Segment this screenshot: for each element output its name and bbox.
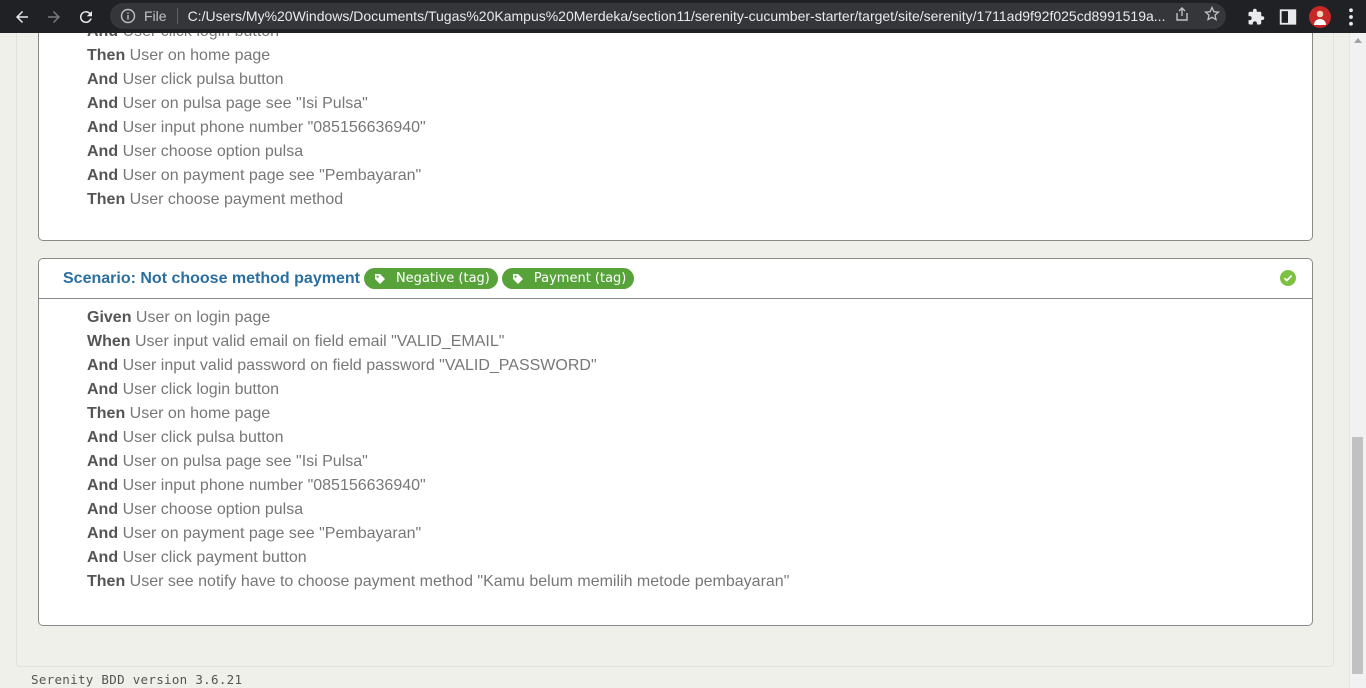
check-circle-icon — [1280, 270, 1296, 286]
step-text: User on pulsa page see "Isi Pulsa" — [122, 95, 368, 112]
tag-icon — [512, 273, 523, 284]
url-text[interactable]: C:/Users/My%20Windows/Documents/Tugas%20… — [188, 8, 1168, 24]
step-keyword: And — [87, 549, 119, 566]
forward-icon[interactable] — [38, 1, 70, 33]
step-keyword: And — [87, 119, 119, 136]
step-row: And User on pulsa page see "Isi Pulsa" — [87, 92, 426, 116]
scroll-thumb[interactable] — [1352, 437, 1363, 674]
menu-dots-icon[interactable] — [1336, 1, 1366, 33]
tag-icon — [374, 273, 385, 284]
step-text: User choose option pulsa — [122, 143, 304, 160]
step-row: And User click login button — [87, 33, 426, 44]
step-row: And User input phone number "08515663694… — [87, 116, 426, 140]
step-list: And User click login buttonThen User on … — [87, 33, 426, 212]
scenario-panel: Scenario: Not choose method payment Nega… — [38, 258, 1313, 626]
serenity-version: Serenity BDD version 3.6.21 — [31, 672, 243, 687]
step-text: User click login button — [122, 381, 280, 398]
step-keyword: And — [87, 95, 119, 112]
step-text: User choose option pulsa — [122, 501, 304, 518]
step-row: And User input phone number "08515663694… — [87, 474, 789, 498]
reload-icon[interactable] — [70, 1, 102, 33]
divider — [176, 8, 178, 24]
step-keyword: And — [87, 453, 119, 470]
bookmark-star-icon[interactable] — [1203, 5, 1221, 27]
step-text: User on pulsa page see "Isi Pulsa" — [122, 453, 368, 470]
step-row: Given User on login page — [87, 306, 789, 330]
report-content: And User click login buttonThen User on … — [16, 33, 1334, 667]
step-row: And User click login button — [87, 378, 789, 402]
step-row: And User choose option pulsa — [87, 498, 789, 522]
step-text: User input phone number "085156636940" — [122, 119, 426, 136]
step-text: User click pulsa button — [122, 429, 284, 446]
file-label: File — [144, 8, 167, 24]
scroll-up-icon[interactable] — [1354, 38, 1362, 43]
info-icon[interactable] — [116, 8, 140, 24]
step-text: User on login page — [135, 309, 271, 326]
step-keyword: When — [87, 333, 131, 350]
browser-toolbar: File C:/Users/My%20Windows/Documents/Tug… — [0, 0, 1366, 33]
step-keyword: And — [87, 357, 119, 374]
step-row: And User on payment page see "Pembayaran… — [87, 522, 789, 546]
tag-label: Payment (tag) — [533, 271, 627, 286]
step-keyword: And — [87, 477, 119, 494]
step-keyword: And — [87, 167, 119, 184]
step-row: And User input valid password on field p… — [87, 354, 789, 378]
share-icon[interactable] — [1174, 6, 1190, 27]
step-keyword: And — [87, 143, 119, 160]
step-keyword: Then — [87, 573, 126, 590]
step-text: User input valid email on field email "V… — [135, 333, 505, 350]
tag-badge[interactable]: Negative (tag) — [363, 268, 498, 289]
step-keyword: And — [87, 501, 119, 518]
step-row: And User click payment button — [87, 546, 789, 570]
avatar[interactable] — [1309, 5, 1331, 28]
step-keyword: And — [87, 71, 119, 88]
step-row: And User click pulsa button — [87, 68, 426, 92]
step-row: Then User on home page — [87, 402, 789, 426]
extensions-icon[interactable] — [1240, 1, 1272, 33]
step-row: And User on payment page see "Pembayaran… — [87, 164, 426, 188]
step-row: And User click pulsa button — [87, 426, 789, 450]
step-text: User on payment page see "Pembayaran" — [122, 167, 422, 184]
step-row: Then User choose payment method — [87, 188, 426, 212]
step-keyword: And — [87, 33, 118, 40]
step-keyword: And — [87, 429, 119, 446]
step-text: User input valid password on field passw… — [122, 357, 597, 374]
address-bar[interactable]: File C:/Users/My%20Windows/Documents/Tug… — [110, 3, 1226, 29]
step-text: User on home page — [129, 405, 271, 422]
step-keyword: Then — [87, 405, 126, 422]
step-text: User on home page — [129, 47, 271, 64]
step-keyword: And — [87, 525, 119, 542]
step-row: And User on pulsa page see "Isi Pulsa" — [87, 450, 789, 474]
step-keyword: Then — [87, 191, 126, 208]
step-keyword: Given — [87, 309, 132, 326]
back-icon[interactable] — [6, 1, 38, 33]
step-text: User choose payment method — [129, 191, 344, 208]
step-text: User click pulsa button — [122, 71, 284, 88]
tag-badge[interactable]: Payment (tag) — [501, 268, 635, 289]
side-panel-icon[interactable] — [1272, 1, 1304, 33]
report-page: And User click login buttonThen User on … — [0, 33, 1350, 688]
step-text: User see notify have to choose payment m… — [129, 573, 790, 590]
step-text: User click login button — [123, 33, 280, 40]
tag-label: Negative (tag) — [395, 271, 490, 286]
step-text: User on payment page see "Pembayaran" — [122, 525, 422, 542]
previous-scenario-panel: And User click login buttonThen User on … — [38, 33, 1313, 241]
vertical-scrollbar[interactable] — [1349, 33, 1366, 688]
step-row: And User choose option pulsa — [87, 140, 426, 164]
step-row: Then User see notify have to choose paym… — [87, 570, 789, 594]
step-row: When User input valid email on field ema… — [87, 330, 789, 354]
scenario-title[interactable]: Scenario: Not choose method payment — [63, 270, 360, 288]
step-text: User input phone number "085156636940" — [122, 477, 426, 494]
step-keyword: And — [87, 381, 119, 398]
scenario-header: Scenario: Not choose method payment Nega… — [39, 259, 1312, 299]
step-text: User click payment button — [122, 549, 307, 566]
step-list: Given User on login page When User input … — [87, 306, 789, 594]
step-row: Then User on home page — [87, 44, 426, 68]
step-keyword: Then — [87, 47, 126, 64]
